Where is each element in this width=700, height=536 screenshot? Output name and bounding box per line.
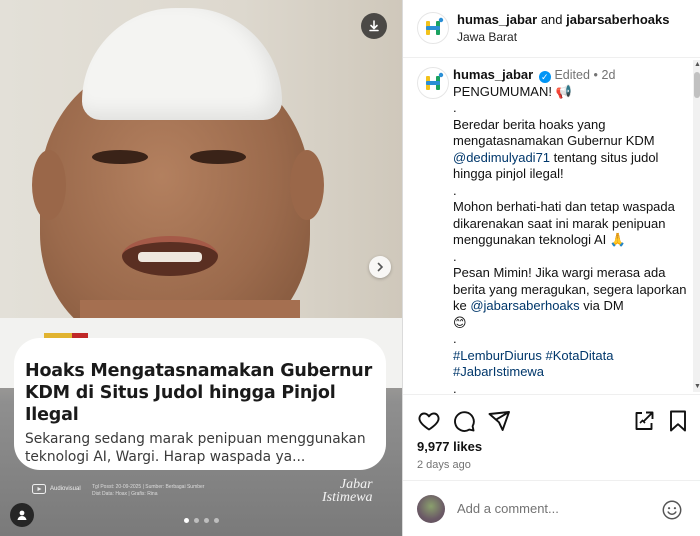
ear-left: [32, 150, 66, 220]
caption-text: Beredar berita hoaks yang mengatasnamaka…: [453, 116, 655, 149]
verified-badge-icon: ✓: [538, 71, 551, 83]
slide-indicator: [184, 518, 219, 523]
download-icon: [369, 20, 379, 32]
caption-dot: .: [453, 100, 457, 115]
caption-body: humas_jabar ✓ Edited • 2d PENGUMUMAN! 📢 …: [453, 67, 689, 394]
repost-icon[interactable]: [632, 409, 656, 433]
likes-count[interactable]: 9,977 likes: [417, 439, 482, 454]
download-button[interactable]: [361, 13, 387, 39]
humas-jabar-logo[interactable]: [417, 12, 449, 44]
caption-paragraph-2: Mohon berhati-hati dan tetap waspada dik…: [453, 199, 675, 247]
mention-dedimulyadi71[interactable]: @dedimulyadi71: [453, 150, 550, 165]
scroll-thumb[interactable]: [694, 72, 700, 98]
ear-right: [290, 150, 324, 220]
comment-icon[interactable]: [452, 409, 476, 433]
hashtags-line-1[interactable]: #LemburDiurus #KotaDitata: [453, 348, 689, 365]
post-header: humas_jabar and jabarsaberhoaks Jawa Bar…: [403, 0, 700, 58]
heart-icon[interactable]: [417, 409, 441, 433]
emoji-icon[interactable]: [661, 499, 683, 521]
user-tag-icon: [17, 510, 27, 520]
collab-accounts: humas_jabar and jabarsaberhoaks: [457, 12, 669, 27]
caption-text: via DM: [579, 298, 624, 313]
caption-emoji: 😊: [453, 314, 467, 330]
bookmark-icon[interactable]: [666, 409, 690, 433]
post-time[interactable]: 2d: [602, 68, 616, 82]
eye-left: [92, 150, 148, 164]
slide-dot: [184, 518, 189, 523]
next-slide-button[interactable]: [369, 256, 391, 278]
chevron-right-icon: [377, 262, 384, 272]
audiovisual-logo: Audiovisual: [32, 484, 81, 494]
jabar-istimewa-logo: Jabar Istimewa: [322, 478, 373, 505]
tagged-users-button[interactable]: [10, 503, 34, 527]
share-icon[interactable]: [487, 409, 511, 433]
action-bar: 9,977 likes 2 days ago: [403, 394, 700, 478]
viewer-avatar: [417, 495, 445, 523]
hashtags-line-2[interactable]: #JabarIstimewa: [453, 364, 689, 381]
headline-subtitle: Sekarang sedang marak penipuan menggunak…: [25, 431, 366, 465]
caption-dot: .: [453, 380, 457, 395]
caption-username[interactable]: humas_jabar: [453, 67, 533, 82]
footer-info: Tgl Posst: 20-09-2025 | Sumber: Berbagai…: [92, 484, 205, 497]
post-media[interactable]: Hoaks Mengatasnamakan Gubernur KDM di Si…: [0, 0, 402, 536]
scroll-down-arrow-icon[interactable]: ▼: [694, 383, 700, 390]
location-link[interactable]: Jawa Barat: [457, 30, 517, 44]
account-link-humas-jabar[interactable]: humas_jabar: [457, 12, 537, 27]
caption-paragraph-3: Pesan Mimin! Jika wargi merasa ada berit…: [453, 265, 689, 315]
post-sidebar: humas_jabar and jabarsaberhoaks Jawa Bar…: [402, 0, 700, 536]
slide-dot: [204, 518, 209, 523]
teeth: [138, 252, 202, 262]
account-link-jabarsaberhoaks[interactable]: jabarsaberhoaks: [566, 12, 669, 27]
caption-paragraph-1: Beredar berita hoaks yang mengatasnamaka…: [453, 117, 689, 183]
caption-line-announcement: PENGUMUMAN! 📢: [453, 83, 572, 99]
play-icon: [32, 484, 46, 494]
caption-avatar[interactable]: [417, 67, 449, 99]
headline-card: Hoaks Mengatasnamakan Gubernur KDM di Si…: [14, 338, 386, 470]
jabar-logo-line2: Istimewa: [322, 490, 373, 505]
scroll-up-arrow-icon[interactable]: ▲: [694, 61, 700, 68]
slide-dot: [214, 518, 219, 523]
connector-text: and: [537, 12, 567, 27]
comment-bar: [403, 480, 700, 536]
caption-scrollbar[interactable]: ▲ ▼: [693, 60, 700, 392]
caption-dot: .: [453, 331, 457, 346]
caption-section: humas_jabar ✓ Edited • 2d PENGUMUMAN! 📢 …: [403, 59, 693, 394]
eye-right: [190, 150, 246, 164]
audiovisual-label: Audiovisual: [50, 486, 81, 492]
headline-title: Hoaks Mengatasnamakan Gubernur KDM di Si…: [25, 361, 372, 425]
edited-label: Edited: [554, 68, 590, 82]
caption-dot: .: [453, 248, 457, 264]
slide-dot: [194, 518, 199, 523]
caption-dot: .: [453, 182, 457, 198]
mention-jabarsaberhoaks[interactable]: @jabarsaberhoaks: [470, 298, 579, 313]
comment-input[interactable]: [457, 501, 657, 516]
post-age[interactable]: 2 days ago: [417, 459, 471, 471]
meta-separator: •: [593, 68, 598, 82]
